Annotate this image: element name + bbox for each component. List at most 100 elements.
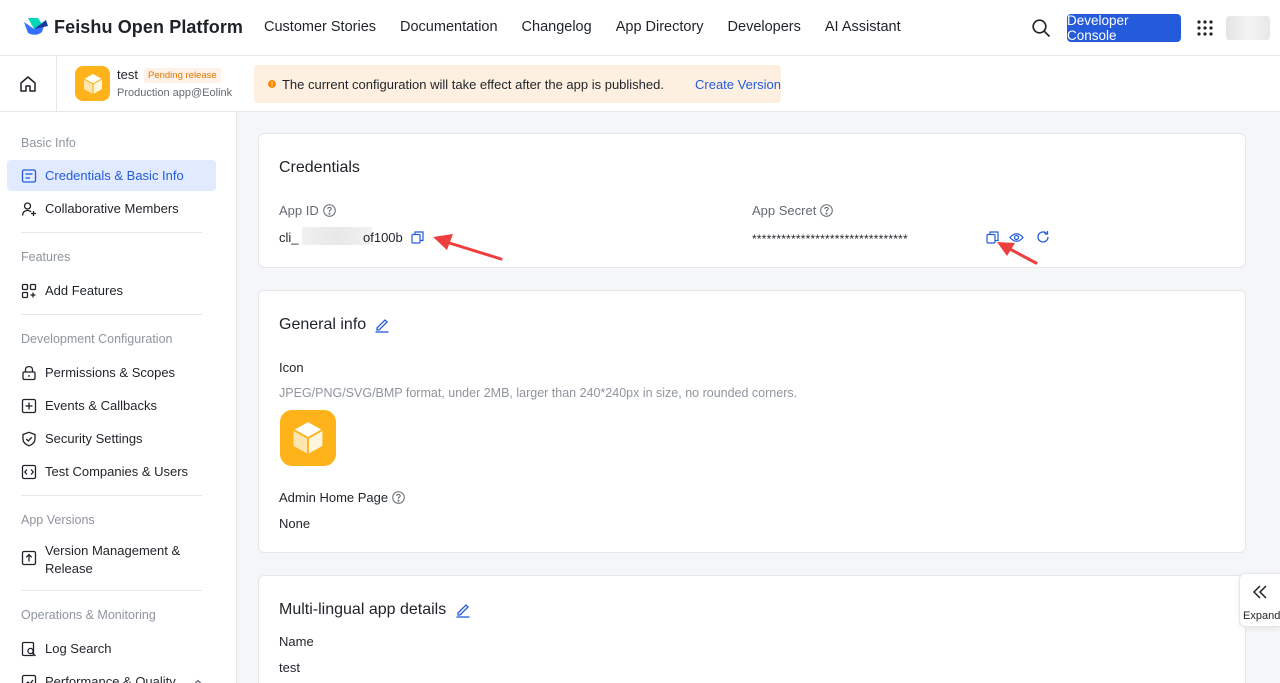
- sidebar-item-version-management[interactable]: Version Management & Release: [7, 538, 216, 580]
- sidebar-item-label: Security Settings: [45, 430, 143, 446]
- app-name: test: [117, 67, 138, 82]
- help-icon[interactable]: [820, 204, 834, 217]
- sidebar-item-performance[interactable]: Performance & Quality: [7, 666, 216, 683]
- developer-console-button[interactable]: Developer Console: [1067, 13, 1181, 43]
- lock-icon: [22, 365, 36, 380]
- home-icon[interactable]: [19, 75, 37, 93]
- app-subtitle: Production app@Eolink: [117, 87, 233, 99]
- app-header: test Pending release Production app@Eoli…: [0, 56, 1280, 112]
- sidebar-item-label: Performance & Quality: [45, 673, 176, 683]
- app-icon-preview[interactable]: [280, 410, 336, 466]
- sidebar-item-label: Collaborative Members: [45, 200, 179, 216]
- credentials-icon: [21, 168, 37, 183]
- publish-notice: The current configuration will take effe…: [254, 65, 781, 103]
- admin-home-value: None: [279, 516, 311, 531]
- copy-icon[interactable]: [986, 231, 999, 244]
- sidebar-item-label: Events & Callbacks: [45, 397, 157, 413]
- double-chevron-left-icon: [1252, 585, 1267, 599]
- sidebar-item-log-search[interactable]: Log Search: [7, 633, 216, 664]
- sidebar-group-features: Features: [21, 250, 71, 264]
- credentials-title: Credentials: [279, 159, 360, 176]
- sidebar-item-label: Add Features: [45, 282, 124, 298]
- sidebar-group-operations: Operations & Monitoring: [21, 608, 156, 622]
- code-icon: [21, 464, 37, 479]
- refresh-icon[interactable]: [1036, 230, 1050, 244]
- create-version-link[interactable]: Create Version: [695, 77, 781, 92]
- sidebar-divider: [21, 314, 202, 315]
- expand-label: Expand: [1243, 610, 1280, 622]
- sidebar-item-security-settings[interactable]: Security Settings: [7, 423, 216, 454]
- app-id-label: App ID: [279, 203, 336, 218]
- cube-icon: [83, 73, 102, 94]
- shield-icon: [22, 431, 36, 446]
- search-icon[interactable]: [1031, 18, 1051, 38]
- nav-links: Customer Stories Documentation Changelog…: [264, 19, 901, 35]
- multilingual-title: Multi-lingual app details: [279, 601, 447, 618]
- sidebar-item-test-companies[interactable]: Test Companies & Users: [7, 456, 216, 487]
- feishu-logo-icon: [24, 18, 48, 35]
- icon-label: Icon: [279, 360, 304, 375]
- app-id-prefix: cli_: [279, 230, 299, 245]
- brand-name: Feishu Open Platform: [54, 16, 244, 37]
- help-icon[interactable]: [392, 491, 405, 504]
- sidebar-group-app-versions: App Versions: [21, 513, 95, 527]
- sidebar-item-credentials[interactable]: Credentials & Basic Info: [7, 160, 216, 191]
- user-avatar[interactable]: [1226, 16, 1270, 40]
- nav-link-customer-stories[interactable]: Customer Stories: [264, 19, 376, 35]
- notice-text: The current configuration will take effe…: [281, 76, 664, 92]
- nav-link-ai-assistant[interactable]: AI Assistant: [825, 19, 901, 35]
- events-icon: [21, 398, 37, 413]
- app-id-redacted: [302, 227, 372, 245]
- app-secret-masked: ********************************: [752, 232, 908, 246]
- app-id-label-text: App ID: [279, 203, 319, 218]
- nav-link-changelog[interactable]: Changelog: [522, 19, 592, 35]
- upload-icon: [21, 550, 37, 566]
- app-icon: [75, 66, 110, 101]
- nav-link-documentation[interactable]: Documentation: [400, 19, 498, 35]
- edit-icon[interactable]: [374, 317, 390, 333]
- sidebar-item-add-features[interactable]: Add Features: [7, 275, 216, 306]
- sidebar-item-label: Credentials & Basic Info: [45, 167, 184, 183]
- cube-icon: [293, 422, 323, 454]
- sidebar-divider: [21, 495, 202, 496]
- log-search-icon: [21, 641, 36, 656]
- sidebar-item-label: Log Search: [45, 640, 112, 656]
- sidebar-item-events-callbacks[interactable]: Events & Callbacks: [7, 390, 216, 421]
- name-value: test: [279, 660, 300, 675]
- app-secret-label: App Secret: [752, 203, 834, 218]
- credentials-card: Credentials App ID cli_ of100b App Secre…: [258, 133, 1246, 268]
- sidebar: Basic Info Credentials & Basic Info Coll…: [0, 112, 237, 683]
- sidebar-item-permissions[interactable]: Permissions & Scopes: [7, 357, 216, 388]
- apps-grid-icon[interactable]: [1197, 20, 1213, 36]
- copy-icon[interactable]: [411, 231, 424, 244]
- sidebar-item-collaborative-members[interactable]: Collaborative Members: [7, 193, 216, 224]
- sidebar-divider: [21, 590, 202, 591]
- app-secret-label-text: App Secret: [752, 203, 817, 218]
- app-id-suffix: of100b: [363, 230, 403, 245]
- edit-icon[interactable]: [455, 602, 471, 618]
- add-features-icon: [21, 283, 37, 298]
- sidebar-item-label: Permissions & Scopes: [45, 364, 176, 380]
- multilingual-card: Multi-lingual app details Name test: [258, 575, 1246, 683]
- brand-logo[interactable]: Feishu Open Platform: [22, 16, 243, 38]
- general-info-card: General info Icon JPEG/PNG/SVG/BMP forma…: [258, 290, 1246, 553]
- chevron-up-icon: [194, 679, 202, 683]
- sidebar-group-basic-info: Basic Info: [21, 136, 76, 150]
- expand-panel-button[interactable]: Expand: [1239, 573, 1280, 627]
- nav-link-developers[interactable]: Developers: [728, 19, 801, 35]
- eye-icon[interactable]: [1009, 231, 1024, 244]
- sidebar-item-label: Test Companies & Users: [45, 463, 189, 479]
- sidebar-divider: [21, 232, 202, 233]
- warning-icon: [268, 80, 276, 88]
- help-icon[interactable]: [322, 204, 336, 217]
- admin-home-label-text: Admin Home Page: [279, 490, 389, 505]
- member-add-icon: [21, 201, 36, 216]
- divider: [56, 56, 57, 112]
- general-info-title: General info: [279, 316, 367, 333]
- sidebar-group-development-configuration: Development Configuration: [21, 332, 173, 346]
- sidebar-item-label: Version Management & Release: [45, 543, 181, 576]
- name-label: Name: [279, 634, 314, 649]
- top-navigation: Feishu Open Platform Customer Stories Do…: [0, 0, 1280, 56]
- chart-icon: [21, 674, 37, 683]
- nav-link-app-directory[interactable]: App Directory: [616, 19, 704, 35]
